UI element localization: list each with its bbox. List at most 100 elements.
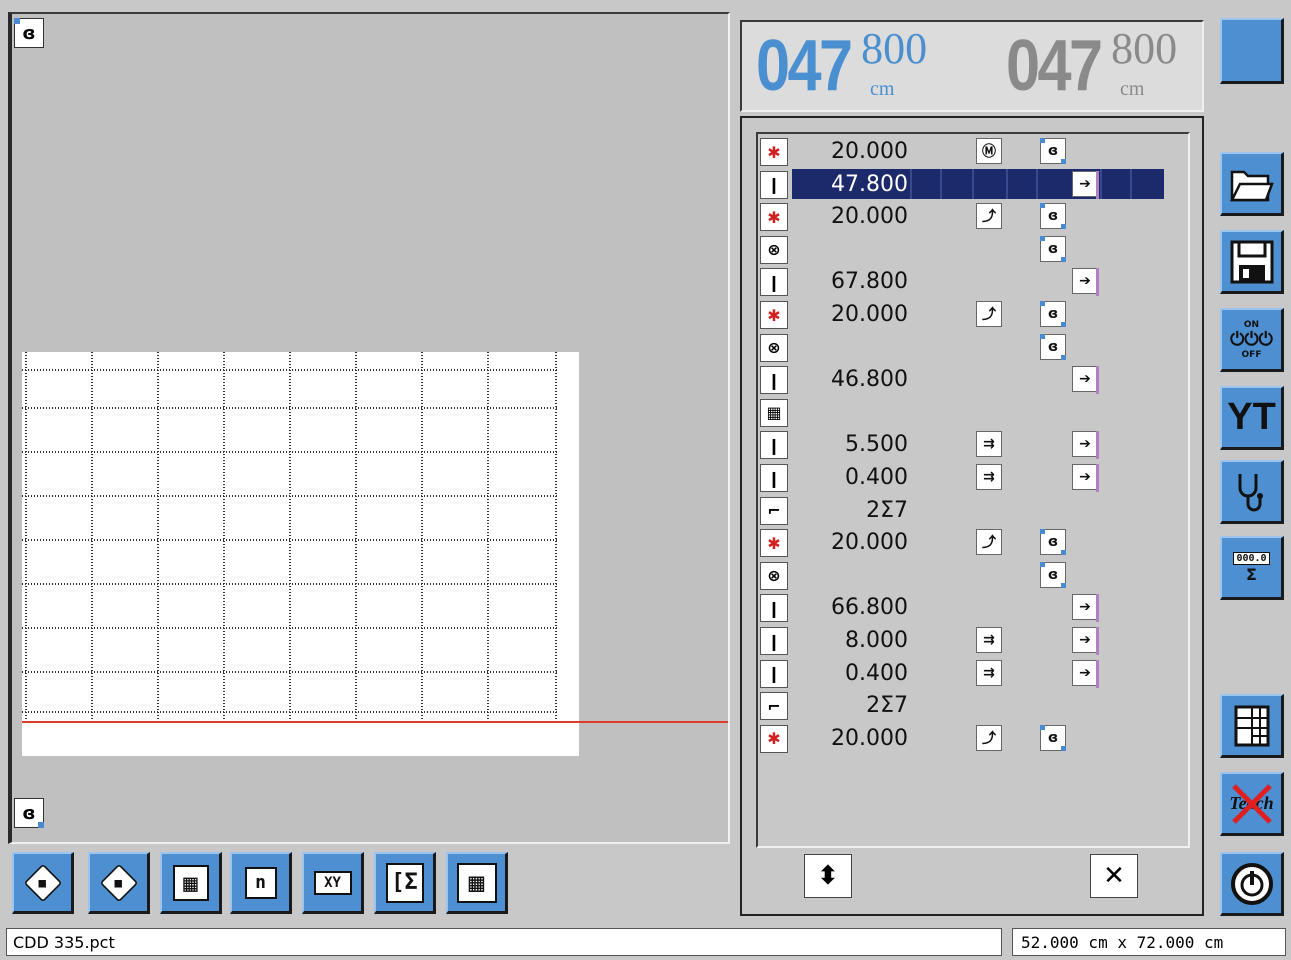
return-icon[interactable]: ⤴ — [976, 203, 1002, 230]
step-value[interactable]: 47.800 — [800, 171, 908, 199]
xy-button[interactable]: XY — [302, 852, 364, 914]
knife-icon[interactable]: ❙ — [760, 594, 788, 623]
canvas-panel[interactable]: ɞ ɞ — [8, 12, 730, 844]
clamp-icon[interactable]: ⊗ — [760, 561, 788, 590]
layer-up-button[interactable]: ◆ — [88, 852, 150, 914]
step-value[interactable]: 66.800 — [800, 594, 908, 622]
grid-resize-button[interactable]: ▦ — [446, 852, 508, 914]
program-row[interactable]: ❙ 5.500 ⇉ ➔ — [760, 429, 1170, 460]
step-value[interactable]: 0.400 — [800, 660, 908, 688]
program-list[interactable]: ✱ 20.000 Ⓜɞ ❙ 47.800 ➔ ✱ 20.000 ⤴ ɞ ⊗ ɞ ❙ 67.800 ➔ ✱ 20.… — [756, 132, 1190, 848]
origin-icon[interactable]: ɞ — [1040, 235, 1066, 262]
counter-button[interactable]: 000.0 Σ — [1220, 536, 1284, 600]
teach-button[interactable]: Teach — [1220, 772, 1284, 836]
power-button[interactable] — [1220, 852, 1284, 916]
step-value[interactable]: 2Σ7 — [800, 692, 908, 720]
step-value[interactable]: 5.500 — [800, 431, 908, 459]
program-row[interactable]: ✱ 20.000 ⤴ ɞ — [760, 723, 1170, 753]
push-icon[interactable]: ⇉ — [976, 659, 1002, 686]
step-value[interactable]: 8.000 — [800, 627, 908, 655]
step-value[interactable]: 0.400 — [800, 464, 908, 492]
return-icon[interactable]: ⤴ — [976, 529, 1002, 556]
program-row[interactable]: ⊗ ɞ — [760, 332, 1170, 362]
origin-icon[interactable]: ɞ — [1040, 203, 1066, 230]
program-row[interactable]: ⌐ 2Σ7 — [760, 690, 1170, 721]
clamp-icon[interactable]: ⊗ — [760, 235, 788, 264]
origin-icon[interactable]: ɞ — [1040, 301, 1066, 327]
knife-icon[interactable]: ❙ — [760, 659, 788, 688]
step-value[interactable]: 20.000 — [800, 725, 908, 753]
program-row[interactable]: ❙ 47.800 ➔ — [760, 168, 1170, 199]
knife-icon[interactable]: ❙ — [760, 366, 788, 395]
origin-icon[interactable]: ɞ — [1040, 138, 1066, 164]
step-value[interactable]: 20.000 — [800, 529, 908, 557]
star-icon[interactable]: ✱ — [760, 203, 788, 232]
origin-icon[interactable]: ɞ — [1040, 529, 1066, 556]
advance-icon[interactable]: ➔ — [1072, 464, 1099, 492]
delete-step-button[interactable]: ✕ — [1090, 854, 1138, 898]
grid-icon[interactable]: ▦ — [760, 398, 788, 427]
program-row[interactable]: ⊗ ɞ — [760, 560, 1170, 590]
step-value[interactable]: 20.000 — [800, 138, 908, 166]
open-file-button[interactable] — [1220, 152, 1284, 216]
repeat-icon[interactable]: ⌐ — [760, 496, 788, 525]
star-icon[interactable]: ✱ — [760, 138, 788, 166]
knife-icon[interactable]: ❙ — [760, 170, 788, 199]
clamp-icon[interactable]: ⊗ — [760, 333, 788, 362]
program-row[interactable]: ⊗ ɞ — [760, 234, 1170, 264]
yt-button[interactable]: YT — [1220, 386, 1284, 450]
step-value[interactable]: 20.000 — [800, 301, 908, 329]
push-icon[interactable]: ⇉ — [976, 431, 1002, 458]
clock-icon[interactable]: Ⓜ — [976, 138, 1002, 164]
program-row[interactable]: ❙ 8.000 ⇉ ➔ — [760, 625, 1170, 655]
origin-icon[interactable]: ɞ — [1040, 333, 1066, 360]
return-icon[interactable]: ⤴ — [976, 301, 1002, 327]
knife-icon[interactable]: ❙ — [760, 627, 788, 655]
push-icon[interactable]: ⇉ — [976, 627, 1002, 653]
scroll-updown-button[interactable]: ⬍ — [804, 854, 852, 898]
knife-icon[interactable]: ❙ — [760, 431, 788, 460]
program-row[interactable]: ⌐ 2Σ7 — [760, 495, 1170, 525]
sum-bracket-button[interactable]: [Σ — [374, 852, 436, 914]
grid-button[interactable]: ▦ — [160, 852, 222, 914]
on-off-button[interactable]: ON ⏻⏻⏻ OFF — [1220, 308, 1284, 372]
diagnostics-button[interactable] — [1220, 460, 1284, 524]
origin-top-icon[interactable]: ɞ — [14, 18, 44, 48]
repeat-icon[interactable]: ⌐ — [760, 692, 788, 721]
step-value[interactable]: 67.800 — [800, 268, 908, 296]
color-indicator-button[interactable] — [1220, 18, 1284, 84]
program-row[interactable]: ❙ 46.800 ➔ — [760, 364, 1170, 395]
program-row[interactable]: ✱ 20.000 ⤴ ɞ — [760, 201, 1170, 232]
step-value[interactable]: 20.000 — [800, 203, 908, 231]
advance-icon[interactable]: ➔ — [1072, 268, 1099, 297]
push-icon[interactable]: ⇉ — [976, 464, 1002, 490]
origin-icon[interactable]: ɞ — [1040, 561, 1066, 588]
program-row[interactable]: ❙ 66.800 ➔ — [760, 592, 1170, 623]
star-icon[interactable]: ✱ — [760, 724, 788, 753]
layout-button[interactable] — [1220, 694, 1284, 758]
cube-n-button[interactable]: n — [230, 852, 292, 914]
star-icon[interactable]: ✱ — [760, 301, 788, 329]
knife-icon[interactable]: ❙ — [760, 464, 788, 492]
return-icon[interactable]: ⤴ — [976, 724, 1002, 751]
program-row[interactable]: ❙ 0.400 ⇉ ➔ — [760, 658, 1170, 688]
save-button[interactable] — [1220, 230, 1284, 294]
advance-icon[interactable]: ➔ — [1072, 627, 1099, 655]
program-row[interactable]: ❙ 0.400 ⇉ ➔ — [760, 462, 1170, 492]
program-row[interactable]: ❙ 67.800 ➔ — [760, 266, 1170, 297]
program-row[interactable]: ✱ 20.000 Ⓜɞ — [760, 136, 1170, 166]
origin-bottom-icon[interactable]: ɞ — [14, 798, 44, 828]
program-row[interactable]: ✱ 20.000 ⤴ ɞ — [760, 299, 1170, 329]
program-row[interactable]: ▦ — [760, 397, 1170, 427]
origin-icon[interactable]: ɞ — [1040, 724, 1066, 751]
advance-icon[interactable]: ➔ — [1072, 594, 1099, 623]
advance-icon[interactable]: ➔ — [1072, 659, 1099, 688]
star-icon[interactable]: ✱ — [760, 529, 788, 558]
advance-icon[interactable]: ➔ — [1072, 366, 1099, 395]
program-row[interactable]: ✱ 20.000 ⤴ ɞ — [760, 527, 1170, 558]
layer-down-button[interactable]: ◆ — [12, 852, 74, 914]
step-value[interactable]: 46.800 — [800, 366, 908, 394]
knife-icon[interactable]: ❙ — [760, 268, 788, 297]
step-value[interactable]: 2Σ7 — [800, 497, 908, 525]
advance-icon[interactable]: ➔ — [1072, 170, 1099, 199]
